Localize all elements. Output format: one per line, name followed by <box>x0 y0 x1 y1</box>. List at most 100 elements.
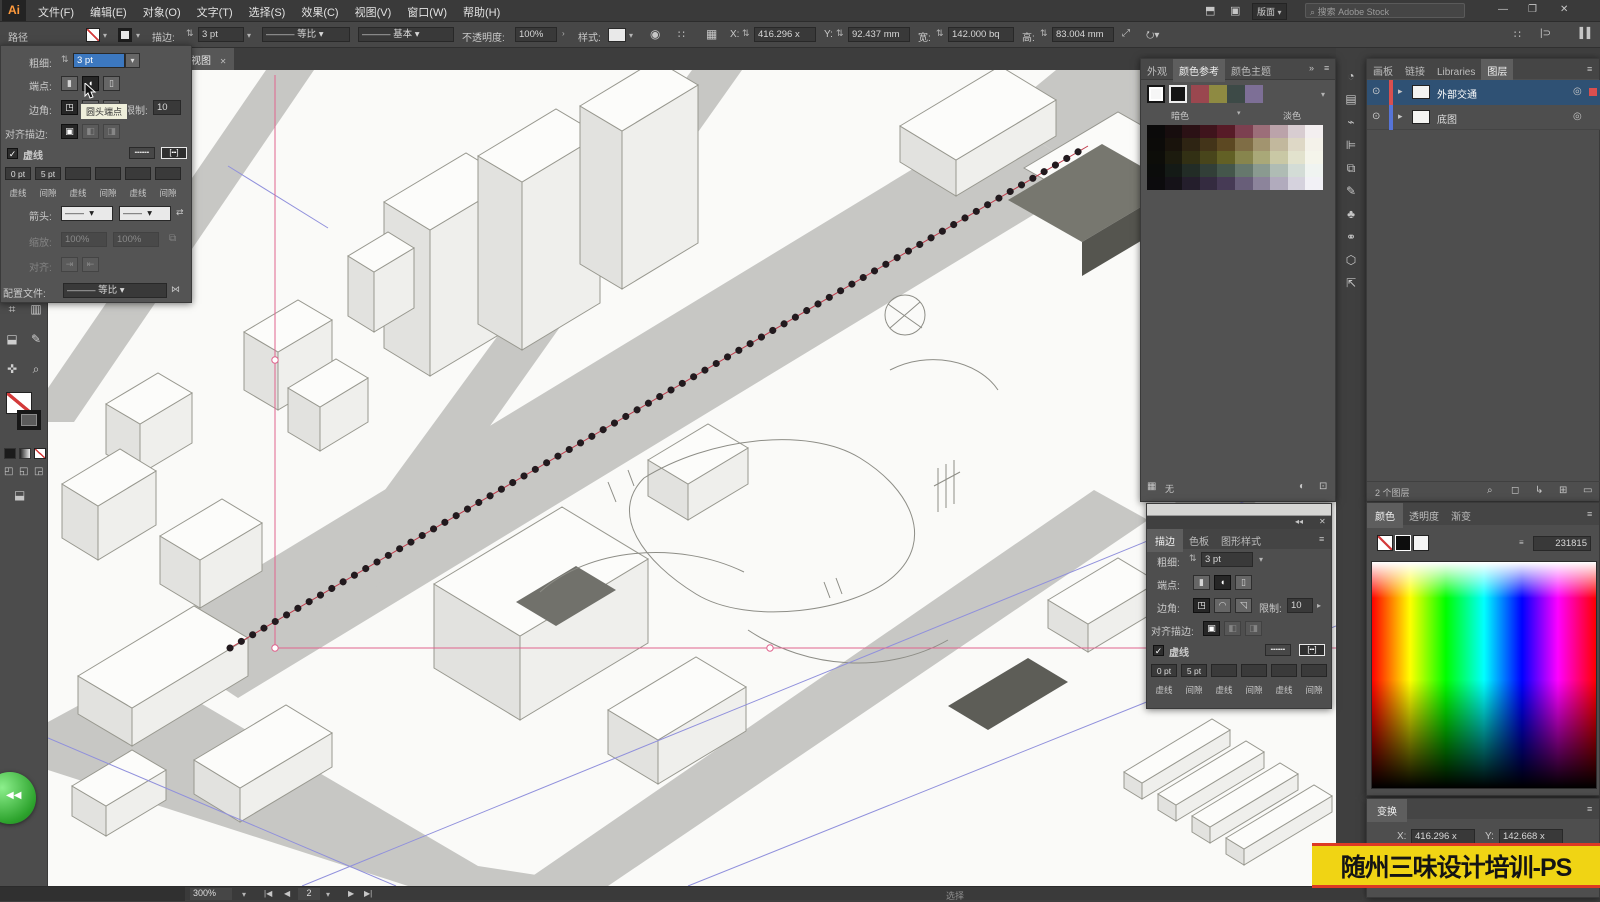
cap-projecting-button[interactable]: ▯ <box>1235 575 1252 590</box>
color-swatch[interactable] <box>1287 164 1306 177</box>
weight-spinner[interactable]: ⇅ <box>61 54 69 65</box>
dash-field-2[interactable] <box>65 167 91 180</box>
layer-name[interactable]: 底图 <box>1437 111 1457 126</box>
perspective-grid-tool-icon[interactable]: ⌗ <box>0 302 24 322</box>
arrow-scale-start-field[interactable]: 100% <box>61 232 107 247</box>
menu-item[interactable]: 编辑(E) <box>82 0 135 24</box>
gap-field-3[interactable] <box>1301 664 1327 677</box>
expand-layer-icon[interactable]: ▸ <box>1398 86 1403 97</box>
corner-miter-button[interactable]: ◳ <box>61 100 78 115</box>
document-tab-close-icon[interactable]: ✕ <box>220 57 227 66</box>
height-field[interactable]: 83.004 mm <box>1052 27 1114 42</box>
tab-color[interactable]: 颜色 <box>1367 503 1403 528</box>
stroke-weight-field[interactable]: 3 pt <box>198 27 244 42</box>
first-artboard-icon[interactable]: |◀ <box>264 889 272 898</box>
color-swatch[interactable] <box>1164 138 1183 151</box>
x-field[interactable]: 416.296 x <box>754 27 816 42</box>
color-swatch[interactable] <box>1235 177 1253 190</box>
dash-align-button[interactable]: [╍] <box>1299 644 1325 656</box>
clipping-mask-icon[interactable]: ◻ <box>1511 485 1519 496</box>
layers-copy-panel-icon[interactable]: ⧉ <box>1338 161 1364 181</box>
color-swatch[interactable] <box>1305 125 1323 138</box>
tab-links[interactable]: 链接 <box>1399 59 1431 82</box>
close-button[interactable]: ✕ <box>1560 4 1568 15</box>
y-field[interactable]: 92.437 mm <box>848 27 910 42</box>
color-button[interactable] <box>4 448 16 459</box>
tab-graphic-styles[interactable]: 图形样式 <box>1215 529 1267 552</box>
harmony-swatch-1[interactable] <box>1191 85 1209 103</box>
color-swatch[interactable] <box>1199 138 1218 151</box>
layer-name[interactable]: 外部交通 <box>1437 86 1477 101</box>
color-swatch[interactable] <box>1217 151 1235 164</box>
flip-profile-icon[interactable]: ⋈ <box>171 284 180 295</box>
prev-artboard-icon[interactable]: ◀ <box>284 889 290 898</box>
target-circle-icon[interactable]: ◎ <box>1573 111 1582 122</box>
color-swatch[interactable] <box>1287 151 1306 164</box>
color-swatch[interactable] <box>1252 177 1271 190</box>
variable-width-select[interactable]: ――― 等比 ▾ <box>262 27 350 42</box>
base-color-black-swatch[interactable] <box>1169 85 1187 103</box>
color-swatch[interactable] <box>1270 125 1288 138</box>
stock-search-box[interactable]: ⌕ 搜索 Adobe Stock <box>1305 3 1465 18</box>
arrange-documents-icon[interactable]: ⬒ <box>1205 4 1215 17</box>
draw-normal-mode-icon[interactable]: ◰ <box>4 466 13 477</box>
weight-spinner[interactable]: ⇅ <box>1189 553 1197 564</box>
color-swatch[interactable] <box>1235 164 1253 177</box>
gap-field-1[interactable]: 5 pt <box>35 167 61 180</box>
transform-panel-menu-icon[interactable]: ≡ <box>1587 804 1592 814</box>
weight-chevron-button[interactable]: ▾ <box>125 53 140 68</box>
color-swatch[interactable] <box>1164 125 1183 138</box>
y-spinner[interactable]: ⇅ <box>836 28 844 39</box>
arrow-scale-end-field[interactable]: 100% <box>113 232 159 247</box>
dash-field-2[interactable] <box>1211 664 1237 677</box>
align-outside-button[interactable]: ◨ <box>103 124 120 139</box>
white-swatch[interactable] <box>1413 535 1429 551</box>
miter-limit-field[interactable]: 10 <box>1287 598 1313 613</box>
fill-swatch[interactable] <box>86 28 100 42</box>
workspace-switcher[interactable]: 版面 ▾ <box>1252 3 1287 20</box>
color-panel-menu-icon[interactable]: ≡ <box>1587 509 1592 519</box>
color-swatch[interactable] <box>1217 164 1235 177</box>
tab-gradient[interactable]: 渐变 <box>1445 504 1477 527</box>
harmony-swatch-3[interactable] <box>1227 85 1245 103</box>
style-chevron-icon[interactable]: ▾ <box>629 31 633 40</box>
color-swatch[interactable] <box>1252 138 1271 151</box>
color-spectrum[interactable] <box>1371 561 1597 789</box>
new-layer-icon[interactable]: ⊞ <box>1559 485 1567 496</box>
pathfinder-panel-icon[interactable]: ⬡ <box>1338 253 1364 273</box>
color-swatch[interactable] <box>1252 151 1271 164</box>
layer-thumbnail[interactable] <box>1412 110 1430 124</box>
arrow-start-select[interactable]: ―― ▾ <box>61 206 113 221</box>
gap-field-2[interactable] <box>1241 664 1267 677</box>
color-swatch[interactable] <box>1287 177 1306 190</box>
constrain-proportions-icon[interactable]: ⤢ <box>1122 28 1130 39</box>
delete-layer-icon[interactable]: ▭ <box>1583 485 1592 496</box>
align-center-button[interactable]: ▣ <box>1203 621 1220 636</box>
width-field[interactable]: 142.000 bq <box>948 27 1014 42</box>
zoom-chevron-icon[interactable]: ▾ <box>242 890 246 899</box>
menu-item[interactable]: 帮助(H) <box>455 0 508 24</box>
dashed-checkbox[interactable]: ✓ <box>7 148 18 159</box>
miter-limit-chevron-icon[interactable]: ▸ <box>1317 601 1321 610</box>
panel-menu-icon[interactable]: ≡ <box>1324 63 1329 73</box>
color-swatch[interactable] <box>1147 164 1165 177</box>
artboard-tool-icon[interactable]: ⬓ <box>0 332 24 352</box>
panel-expander-icon[interactable]: » <box>1309 63 1314 73</box>
menu-item[interactable]: 文件(F) <box>30 0 82 24</box>
color-swatch[interactable] <box>1147 151 1165 164</box>
color-swatch[interactable] <box>1182 138 1200 151</box>
collapse-panel-icon[interactable]: ◂◂ <box>1295 517 1303 526</box>
width-spinner[interactable]: ⇅ <box>936 28 944 39</box>
color-swatch[interactable] <box>1199 151 1218 164</box>
align-dropdown-icon[interactable]: ∷ <box>678 28 685 41</box>
color-swatch[interactable] <box>1199 177 1218 190</box>
color-swatch[interactable] <box>1305 177 1323 190</box>
color-swatch[interactable] <box>1287 138 1306 151</box>
transform-y-field[interactable]: 142.668 x <box>1499 829 1563 844</box>
weight-field[interactable]: 3 pt <box>1201 552 1253 567</box>
miter-limit-field[interactable]: 10 <box>153 100 181 115</box>
x-spinner[interactable]: ⇅ <box>742 28 750 39</box>
links-panel-icon[interactable]: ⚭ <box>1338 230 1364 250</box>
menu-item[interactable]: 选择(S) <box>241 0 294 24</box>
color-swatch[interactable] <box>1199 164 1218 177</box>
